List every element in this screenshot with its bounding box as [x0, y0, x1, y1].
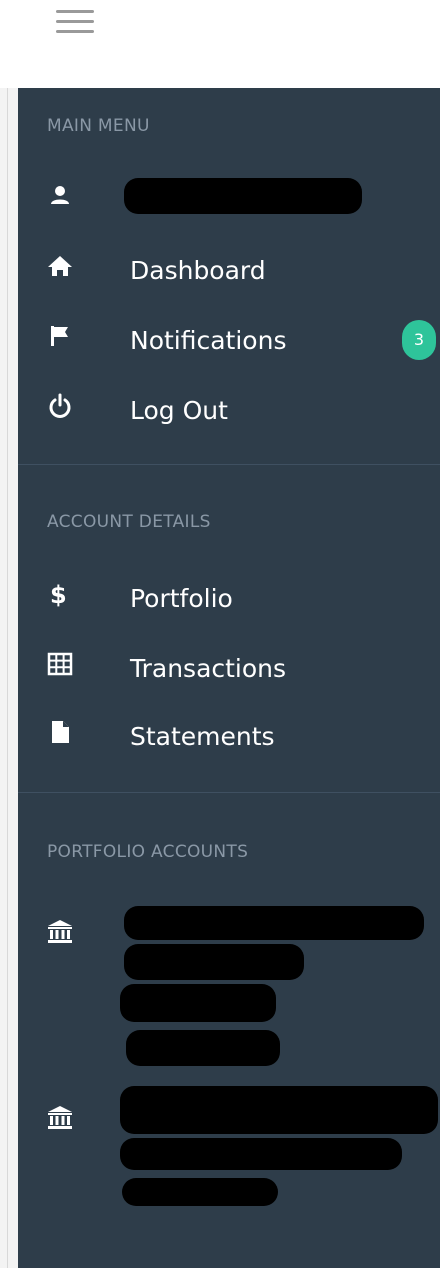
- sidebar-item-notifications[interactable]: Notifications 3: [18, 312, 440, 368]
- redacted-account-name: [120, 1086, 438, 1134]
- redacted-account-detail: [126, 1030, 280, 1066]
- hamburger-menu-icon[interactable]: [56, 10, 94, 34]
- sidebar-item-label: Statements: [130, 722, 275, 751]
- redacted-username: [124, 178, 362, 214]
- table-grid-icon: [47, 652, 73, 676]
- bank-icon: [48, 1106, 72, 1129]
- bank-icon: [48, 920, 72, 943]
- sidebar-item-label: Log Out: [130, 396, 228, 425]
- notification-count-badge: 3: [402, 320, 436, 360]
- power-icon: [49, 393, 71, 418]
- sidebar-item-portfolio[interactable]: $ Portfolio: [18, 570, 440, 626]
- sidebar-item-user-profile[interactable]: [18, 172, 440, 228]
- redacted-account-name: [124, 906, 424, 940]
- redacted-account-detail: [120, 984, 276, 1022]
- portfolio-account-item[interactable]: [18, 1084, 440, 1212]
- sidebar-item-label: Dashboard: [130, 256, 266, 285]
- section-title-portfolio-accounts: PORTFOLIO ACCOUNTS: [47, 842, 249, 862]
- sidebar: MAIN MENU Dashboard Notifications 3 Log …: [18, 88, 440, 1268]
- hamburger-line: [56, 10, 94, 13]
- sidebar-item-label: Notifications: [130, 326, 287, 355]
- portfolio-account-item[interactable]: [18, 906, 440, 1070]
- sidebar-item-dashboard[interactable]: Dashboard: [18, 242, 440, 298]
- redacted-account-detail: [124, 944, 304, 980]
- sidebar-item-log-out[interactable]: Log Out: [18, 382, 440, 438]
- hamburger-line: [56, 30, 94, 33]
- sidebar-item-transactions[interactable]: Transactions: [18, 640, 440, 696]
- redacted-account-detail: [120, 1138, 402, 1170]
- user-icon: [51, 186, 69, 204]
- section-title-account-details: ACCOUNT DETAILS: [47, 512, 211, 532]
- section-title-main-menu: MAIN MENU: [47, 116, 150, 136]
- sidebar-item-label: Portfolio: [130, 584, 233, 613]
- section-divider: [18, 464, 440, 465]
- sidebar-item-statements[interactable]: Statements: [18, 708, 440, 764]
- dollar-icon: $: [50, 581, 67, 608]
- content-edge: [0, 88, 18, 1268]
- section-divider: [18, 792, 440, 793]
- home-icon: [48, 256, 72, 276]
- svg-text:$: $: [50, 581, 67, 608]
- sidebar-item-label: Transactions: [130, 654, 287, 683]
- content-edge-line: [7, 88, 8, 1268]
- redacted-account-detail: [122, 1178, 278, 1206]
- flag-icon: [51, 326, 68, 346]
- document-icon: [52, 721, 69, 743]
- hamburger-line: [56, 20, 94, 23]
- top-bar: [0, 0, 440, 88]
